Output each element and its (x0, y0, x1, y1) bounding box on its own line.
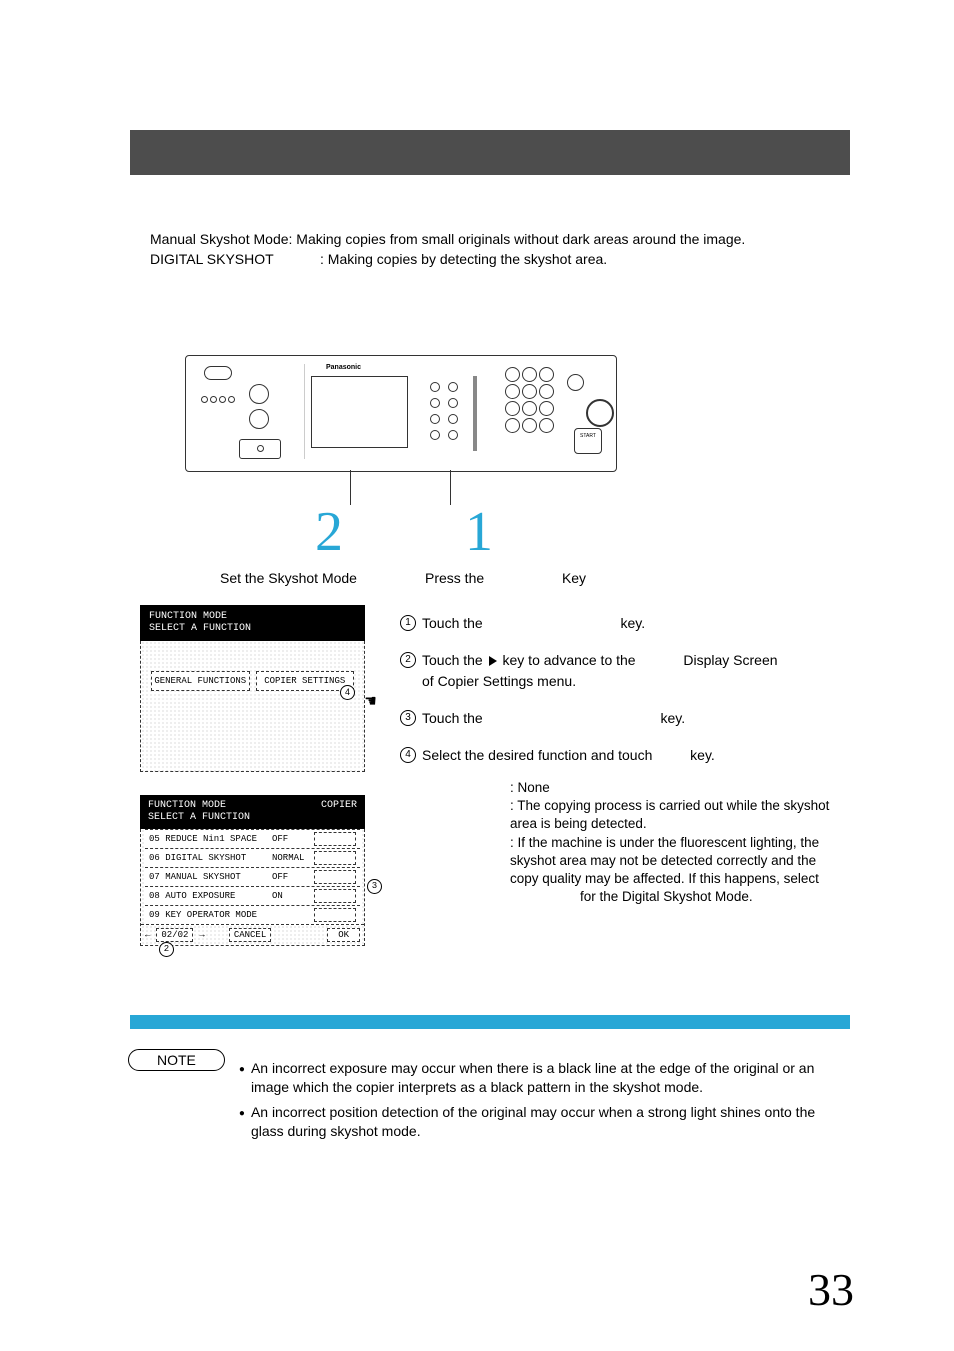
screen2-page-indicator: 02/02 (156, 928, 193, 942)
page-number: 33 (808, 1263, 854, 1316)
step1-caption: Press the Key (425, 570, 625, 586)
callout-line-1 (450, 470, 451, 505)
steps-list: 1 Touch the key. 2 Touch the key to adva… (400, 613, 830, 782)
start-key-label: START (574, 428, 602, 454)
options-description: : None : The copying process is carried … (510, 779, 830, 907)
list-item: 07 MANUAL SKYSHOT OFF (145, 867, 360, 886)
intro-block: Manual Skyshot Mode : Making copies from… (150, 230, 850, 269)
list-item: 06 DIGITAL SKYSHOT NORMAL 3 (145, 848, 360, 867)
panel-left-controls (194, 364, 305, 459)
list-item: 08 AUTO EXPOSURE ON (145, 886, 360, 905)
callout-badge-2: 2 (159, 942, 174, 957)
step-bullet-2: 2 (400, 652, 416, 668)
step2-caption: Set the Skyshot Mode (220, 570, 357, 586)
lcd-screen-function-mode: FUNCTION MODE SELECT A FUNCTION GENERAL … (140, 605, 365, 772)
intro-label-2: DIGITAL SKYSHOT (150, 250, 320, 270)
control-panel-illustration: Panasonic START (185, 355, 617, 472)
screen1-line2: SELECT A FUNCTION (149, 623, 356, 635)
pointer-hand-icon: ☚ (365, 691, 376, 713)
triangle-right-icon (489, 656, 497, 666)
screen1-line1: FUNCTION MODE (149, 611, 356, 623)
step-number-1: 1 (465, 500, 493, 564)
note-item: An incorrect exposure may occur when the… (251, 1059, 848, 1097)
step-number-2: 2 (315, 500, 343, 564)
note-badge: NOTE (128, 1049, 225, 1071)
panel-display-screen (311, 376, 408, 448)
callout-line-2 (350, 470, 351, 505)
panel-keypad: START (504, 366, 609, 461)
arrow-left-icon: ← (145, 930, 150, 940)
note-list: An incorrect exposure may occur when the… (239, 1059, 848, 1147)
step-bullet-1: 1 (400, 615, 416, 631)
step-bullet-4: 4 (400, 747, 416, 763)
screen2-line2: SELECT A FUNCTION (148, 812, 250, 824)
screen2-right: COPIER (321, 800, 357, 824)
arrow-right-icon: → (199, 930, 204, 940)
screen1-copier-settings: COPIER SETTINGS (256, 671, 355, 691)
intro-text-2: : Making copies by detecting the skyshot… (320, 250, 607, 270)
section-divider-bar (130, 1015, 850, 1029)
callout-badge-3: 3 (367, 879, 382, 894)
lcd-screen-copier-settings: FUNCTION MODE SELECT A FUNCTION COPIER 0… (140, 795, 365, 946)
header-bar (130, 130, 850, 175)
list-item: 05 REDUCE Nin1 SPACE OFF (145, 829, 360, 848)
step-bullet-3: 3 (400, 710, 416, 726)
intro-label-1: Manual Skyshot Mode (150, 230, 289, 250)
screen1-general-functions: GENERAL FUNCTIONS (151, 671, 250, 691)
brand-label: Panasonic (326, 364, 361, 371)
intro-text-1: : Making copies from small originals wit… (289, 230, 746, 250)
screen2-line1: FUNCTION MODE (148, 800, 250, 812)
panel-mid-buttons (418, 364, 493, 459)
list-item: 09 KEY OPERATOR MODE (145, 905, 360, 924)
callout-badge-4: 4 (340, 685, 355, 700)
note-item: An incorrect position detection of the o… (251, 1103, 848, 1141)
screen2-cancel: CANCEL (229, 928, 271, 942)
screen2-ok: OK (327, 928, 360, 942)
